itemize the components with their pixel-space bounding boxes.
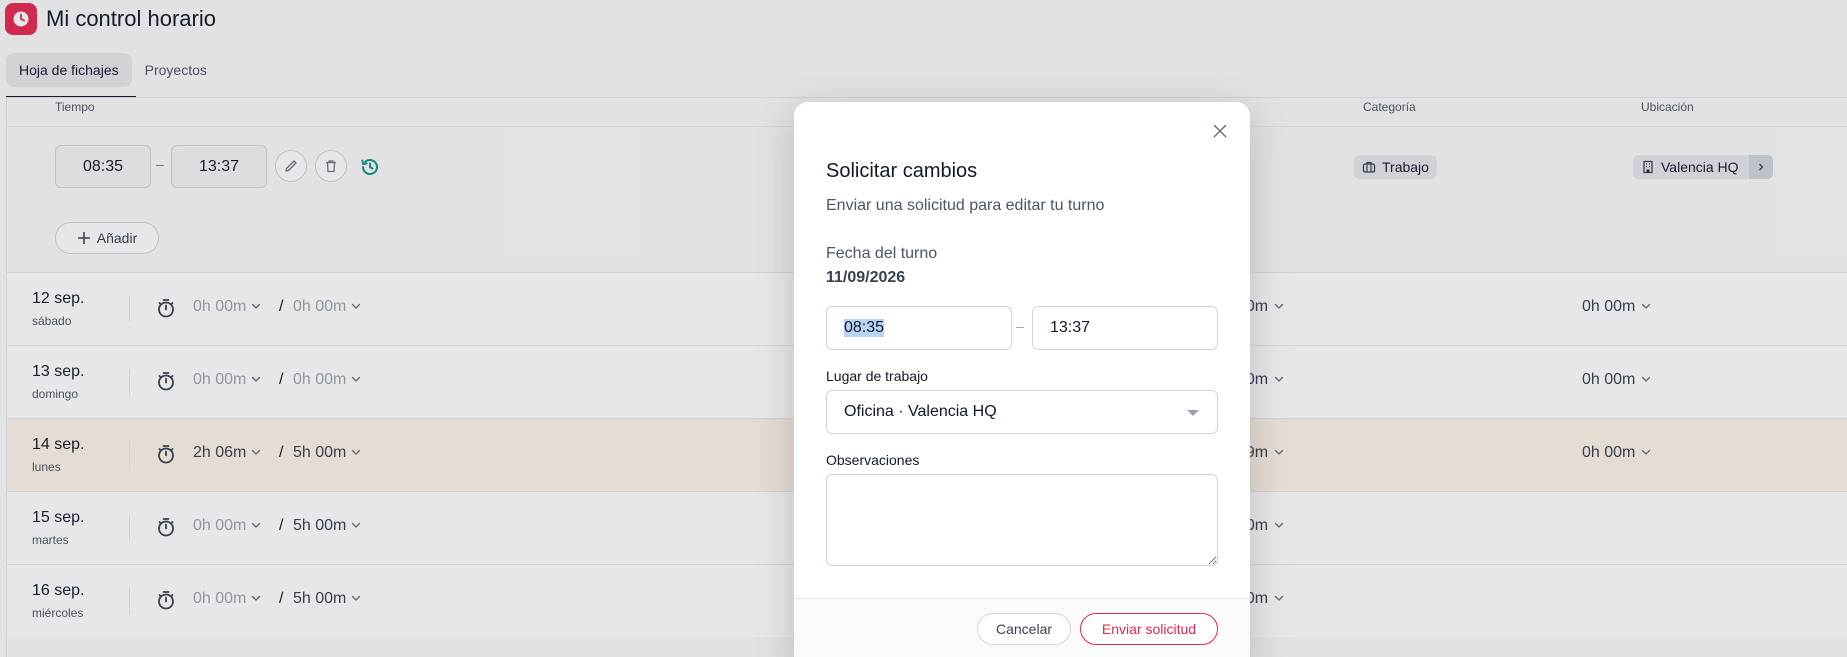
shift-date-value: 11/09/2026 xyxy=(826,269,906,286)
dialog-footer: Cancelar Enviar solicitud xyxy=(794,598,1250,657)
dialog-title: Solicitar cambios xyxy=(826,160,978,182)
submit-request-button[interactable]: Enviar solicitud xyxy=(1080,613,1218,645)
notes-label: Observaciones xyxy=(826,452,920,468)
workplace-value: Oficina · Valencia HQ xyxy=(844,403,997,420)
end-time-value: 13:37 xyxy=(1050,319,1091,336)
time-separator: – xyxy=(1016,318,1024,334)
chevron-down-icon xyxy=(1187,410,1199,416)
app-background: Mi control horario Hoja de fichajes Proy… xyxy=(0,0,1847,657)
shift-date-label: Fecha del turno xyxy=(826,245,938,262)
start-time-value: 08:35 xyxy=(844,319,885,337)
workplace-label: Lugar de trabajo xyxy=(826,368,928,384)
notes-textarea[interactable] xyxy=(826,474,1218,566)
workplace-select[interactable]: Oficina · Valencia HQ xyxy=(826,390,1218,434)
cancel-button[interactable]: Cancelar xyxy=(977,613,1071,645)
request-changes-dialog: Solicitar cambios Enviar una solicitud p… xyxy=(794,102,1250,657)
dialog-subtitle: Enviar una solicitud para editar tu turn… xyxy=(826,197,1105,214)
close-icon[interactable] xyxy=(1208,119,1232,143)
end-time-input[interactable]: 13:37 xyxy=(1032,306,1218,350)
start-time-input[interactable]: 08:35 xyxy=(826,306,1012,350)
